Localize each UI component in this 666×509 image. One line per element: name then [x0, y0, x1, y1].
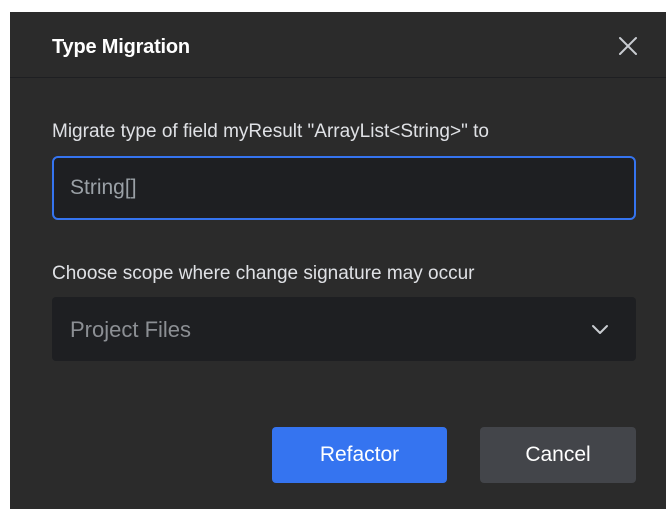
close-button[interactable]	[616, 34, 640, 58]
target-type-input[interactable]	[52, 156, 636, 220]
migrate-type-label: Migrate type of field myResult "ArrayLis…	[52, 121, 489, 142]
refactor-button[interactable]: Refactor	[272, 427, 447, 483]
type-migration-dialog: Type Migration Migrate type of field myR…	[10, 12, 666, 509]
scope-selected-value: Project Files	[70, 317, 192, 342]
dialog-title: Type Migration	[52, 36, 190, 58]
scope-dropdown[interactable]: Project Files	[52, 297, 636, 361]
scope-label: Choose scope where change signature may …	[52, 263, 475, 284]
close-icon	[619, 37, 637, 55]
cancel-button[interactable]: Cancel	[480, 427, 636, 483]
dialog-title-bar: Type Migration	[10, 12, 666, 78]
chevron-down-icon	[591, 323, 609, 335]
